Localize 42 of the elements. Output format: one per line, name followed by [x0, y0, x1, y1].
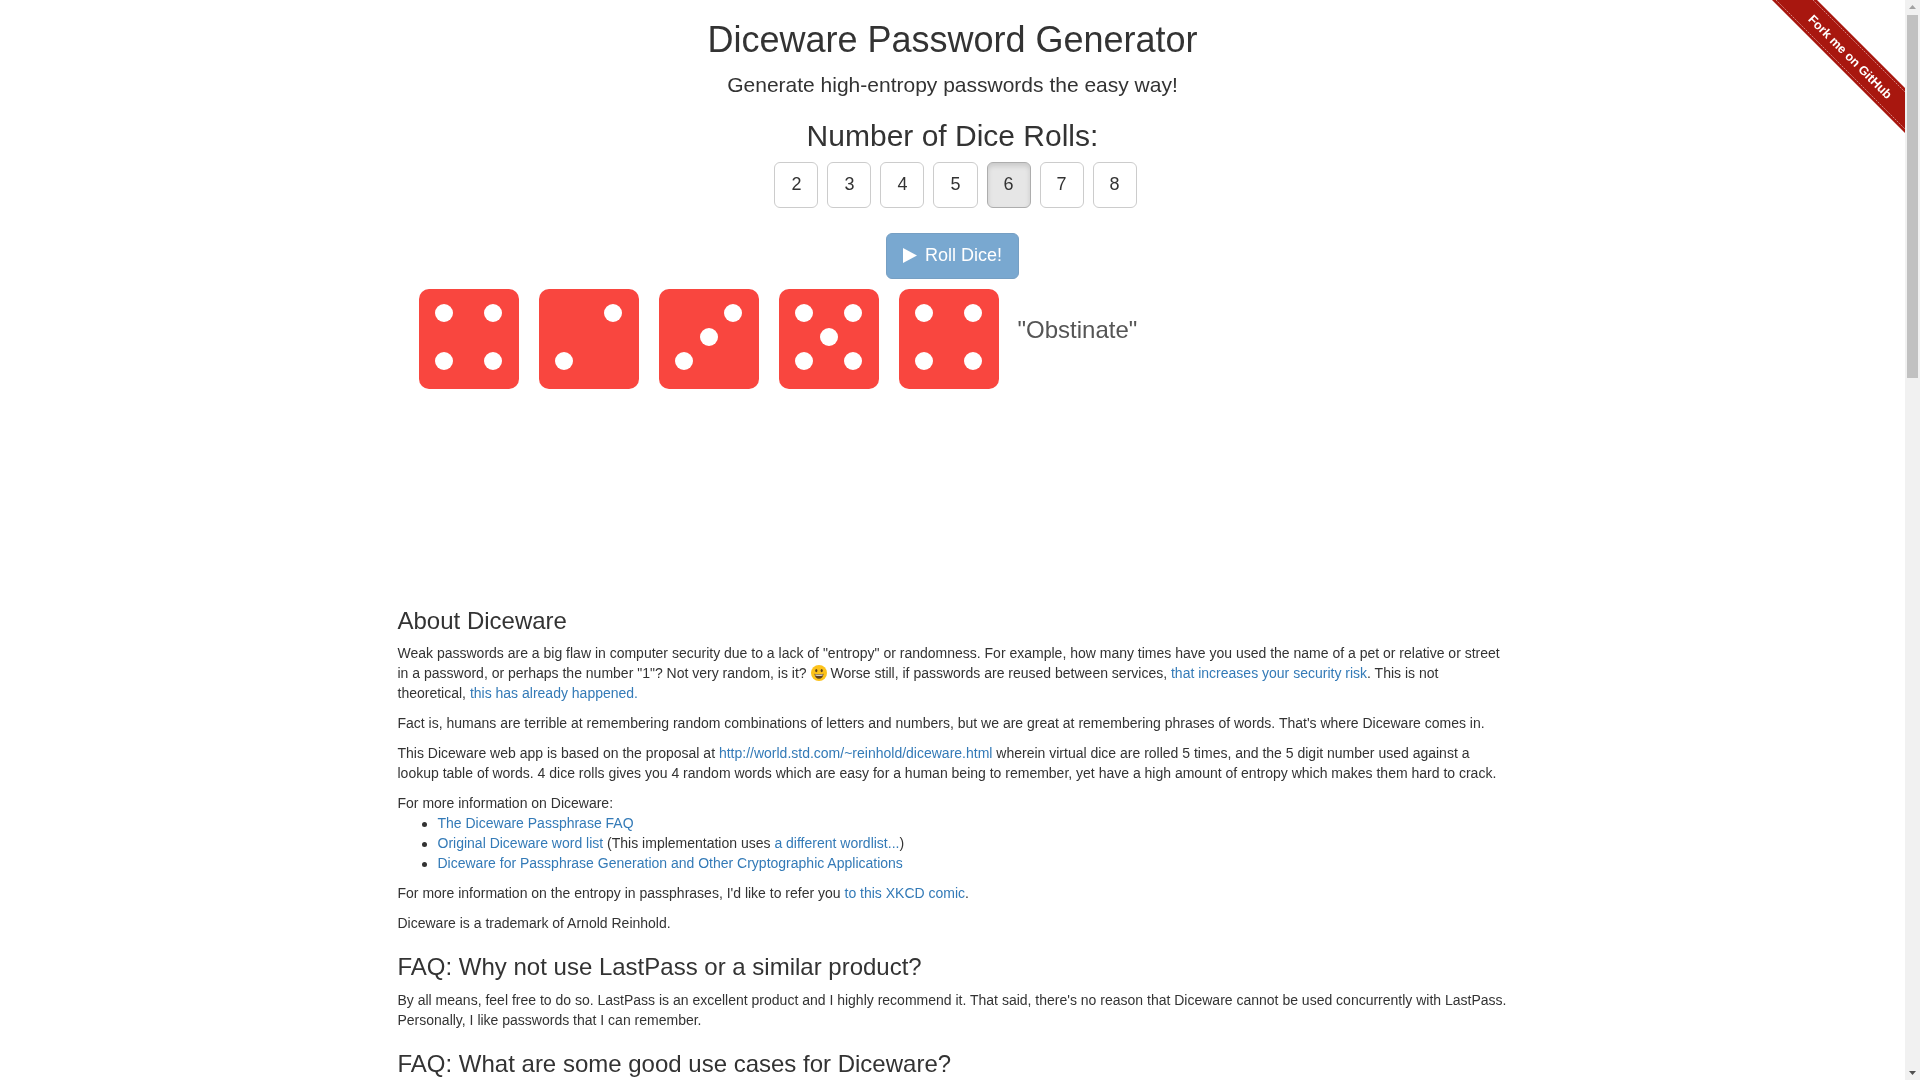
paragraph: Weak passwords are a big flaw in computer security due to a lack of "entropy" or randomness. For example, how many times have you used the name of a pet or relative or street in a password, or perhaps the number "1"? Not very random, is it? Worse still, if passwords are reused between services, that increases your security risk. This is not theoretical, this has already happened.: [397, 644, 1501, 704]
smiley-face-icon: [810, 665, 827, 682]
text-link[interactable]: this has already happened.: [469, 685, 638, 702]
scroll-up-arrow-icon[interactable]: [1909, 5, 1916, 9]
die-icon: [778, 288, 879, 389]
paragraph: This Diceware web app is based on the proposal at http://world.std.com/~reinhold/diceware.html wherein virtual dice are rolled 5 times, and the 5 digit number used against a lookup table of words. 4 dice rolls gives you 4 random words which are easy for a human being to remember, yet have a high amount of entropy which makes them hard to crack.: [397, 744, 1498, 784]
dice-count-button[interactable]: 2: [774, 162, 819, 208]
passphrase-text: "Obstinate": [1017, 316, 1138, 344]
dice-rolls-heading: Number of Dice Rolls:: [806, 119, 1099, 152]
dice-count-button[interactable]: 6: [986, 162, 1031, 208]
die-icon: [418, 288, 519, 389]
bullet-icon: [421, 841, 427, 847]
section-heading: FAQ: What are some good use cases for Diceware?: [397, 1050, 952, 1077]
list-item-text: Original Diceware word list (This implementation uses a different wordlist...): [437, 834, 905, 854]
paragraph: By all means, feel free to do so. LastPass is an excellent product and I highly recommend it. That said, there's no reason that Diceware cannot be used concurrently with LastPass. Personally, I like passwords that I can remember.: [397, 990, 1508, 1030]
section-heading: FAQ: Why not use LastPass or a similar product?: [397, 954, 922, 981]
paragraph: Diceware is a trademark of Arnold Reinhold.: [397, 914, 671, 934]
play-icon: [903, 248, 917, 264]
page-subtitle: Generate high-entropy passwords the easy way!: [727, 71, 1178, 98]
scroll-down-arrow-icon[interactable]: [1909, 1071, 1916, 1075]
dice-count-button[interactable]: 3: [827, 162, 872, 208]
die-icon: [658, 288, 759, 389]
die-icon: [898, 288, 999, 389]
paragraph: For more information on Diceware:: [397, 794, 614, 814]
dice-count-button[interactable]: 5: [933, 162, 978, 208]
dice-count-button[interactable]: 8: [1092, 162, 1137, 208]
text-link[interactable]: Diceware for Passphrase Generation and Other Cryptographic Applications: [437, 855, 903, 872]
text-link[interactable]: The Diceware Passphrase FAQ: [437, 815, 634, 832]
die-icon: [538, 288, 639, 389]
bullet-icon: [421, 821, 427, 827]
paragraph: Fact is, humans are terrible at remembering random combinations of letters and numbers, but we are great at remembering phrases of words. That's where Diceware comes in.: [397, 714, 1485, 734]
page-title: Diceware Password Generator: [707, 20, 1198, 60]
text-link[interactable]: Original Diceware word list: [437, 835, 604, 852]
paragraph: For more information on the entropy in passphrases, I'd like to refer you to this XKCD comic.: [397, 884, 969, 904]
section-heading: About Diceware: [397, 607, 567, 635]
dice-count-button[interactable]: 7: [1039, 162, 1084, 208]
scrollbar[interactable]: [1905, 0, 1920, 1080]
text-link[interactable]: a different wordlist...: [774, 835, 900, 852]
dice-count-button[interactable]: 4: [880, 162, 925, 208]
scrollbar-thumb[interactable]: [1907, 15, 1918, 378]
bullet-icon: [421, 861, 427, 867]
text-link[interactable]: http://world.std.com/~reinhold/diceware.html: [718, 745, 993, 762]
